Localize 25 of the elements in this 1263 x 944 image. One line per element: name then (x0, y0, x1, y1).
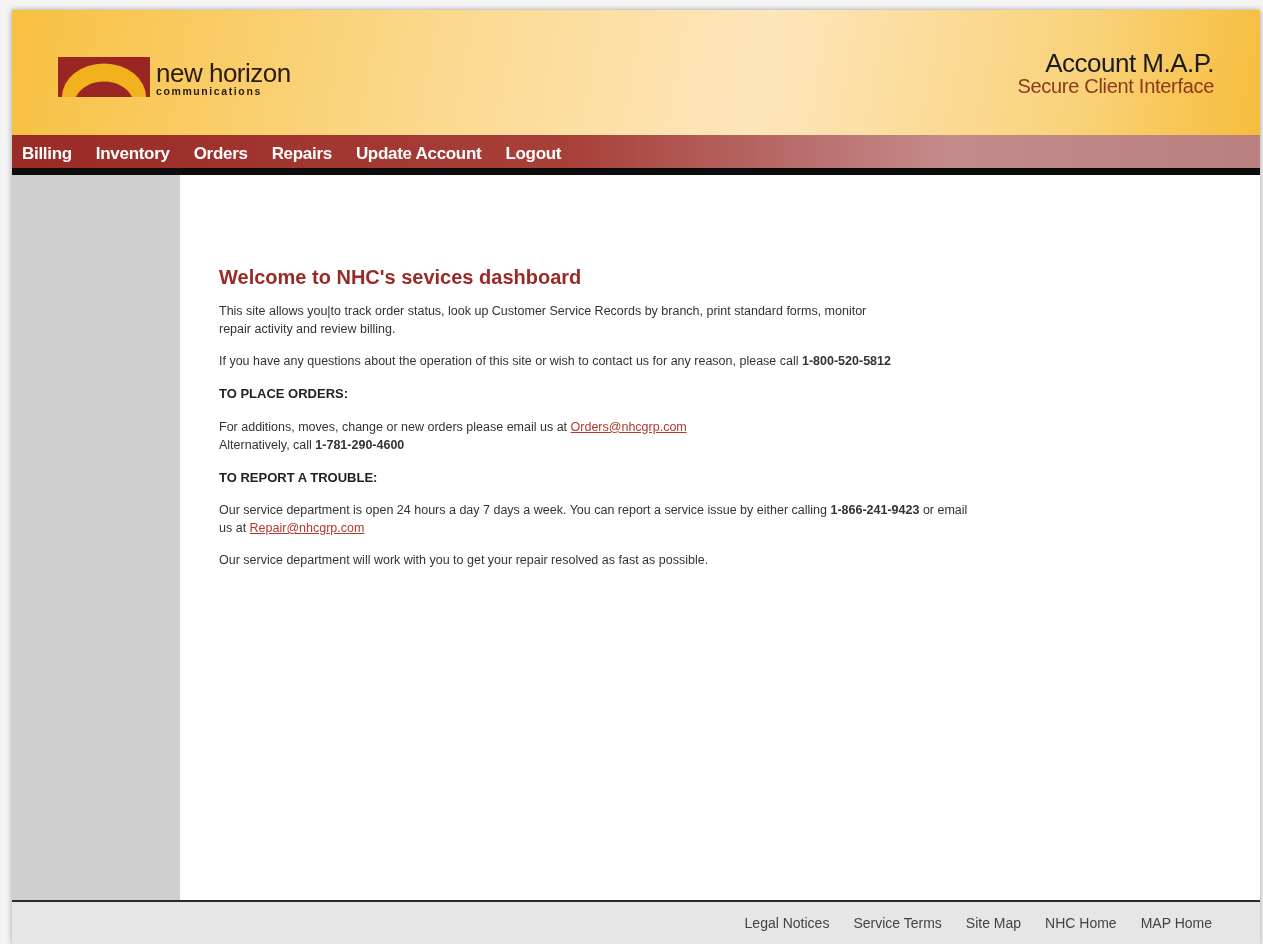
footer-link[interactable]: Legal Notices (744, 912, 830, 934)
footer-link[interactable]: MAP Home (1140, 912, 1212, 934)
nav-link[interactable]: Logout (505, 140, 562, 167)
paragraph: For additions, moves, change or new orders please email us at Orders@nhcgrp.com Alternatively, call 1-781-290-4600 (219, 418, 688, 454)
footer-link[interactable]: Service Terms (853, 912, 942, 934)
paragraph: Our service department is open 24 hours a day 7 days a week. You can report a service issue by either calling 1-866-241-9423 or email us at Repair@nhcgrp.com (219, 502, 969, 537)
email-link[interactable]: Orders@nhcgrp.com (570, 419, 687, 434)
email-link[interactable]: Repair@nhcgrp.com (249, 521, 365, 535)
product-title: Account M.A.P. (1045, 49, 1214, 76)
nav-link[interactable]: Repairs (271, 140, 332, 167)
logo-tagline: communications (156, 86, 263, 97)
section-heading: TO PLACE ORDERS: (219, 385, 350, 403)
page-title: Welcome to NHC's sevices dashboard (219, 265, 583, 290)
nav-link[interactable]: Inventory (95, 140, 170, 167)
logo-name: new horizon (156, 60, 291, 86)
nav-link[interactable]: Orders (193, 140, 248, 167)
section-heading: TO REPORT A TROUBLE: (219, 468, 379, 487)
footer-link[interactable]: Site Map (965, 912, 1022, 934)
nav-link[interactable]: Update Account (355, 140, 482, 167)
product-subtitle: Secure Client Interface (1017, 75, 1214, 96)
paragraph: Our service department will work with you to get your repair resolved as fast as possible. (219, 552, 710, 569)
nav-link[interactable]: Billing (22, 140, 72, 167)
paragraph: If you have any questions about the operation of this site or wish to contact us for any reason, please call 1-800-520-5812 (219, 353, 892, 370)
paragraph: This site allows you|to track order status, look up Customer Service Records by branch, print standard forms, monitor repair activity and review billing. (219, 303, 868, 338)
footer-link[interactable]: NHC Home (1045, 912, 1117, 934)
